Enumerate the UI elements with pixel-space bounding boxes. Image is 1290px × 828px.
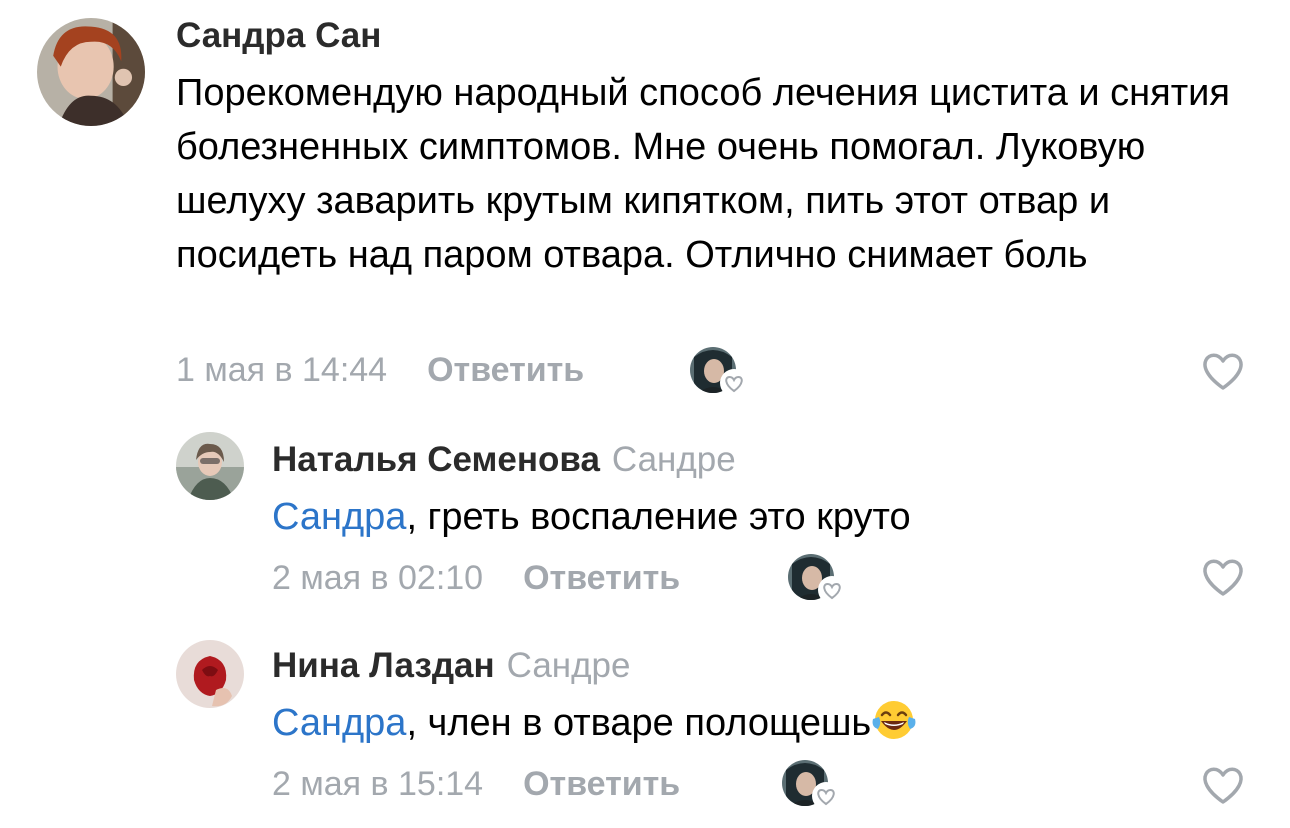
avatar[interactable] — [37, 18, 145, 126]
reply-to-label[interactable]: Сандре — [612, 440, 736, 479]
mini-heart-icon — [720, 369, 748, 397]
reply-button[interactable]: Ответить — [523, 559, 680, 597]
comment-2: Наталья Семенова Сандре Сандра, греть вос… — [0, 410, 1290, 610]
avatar-photo-natalya — [176, 432, 244, 500]
comment-text: Сандра, член в отваре полощешь — [272, 696, 1262, 750]
laughing-with-tears-emoji — [872, 701, 916, 739]
like-heart-icon[interactable] — [1200, 764, 1246, 806]
liker-avatar[interactable] — [690, 347, 748, 397]
like-heart-icon[interactable] — [1200, 350, 1246, 392]
avatar-photo-sandra — [37, 18, 145, 126]
reply-button[interactable]: Ответить — [523, 765, 680, 803]
comment-author[interactable]: Нина Лаздан Сандре — [272, 646, 631, 686]
mini-heart-icon — [818, 576, 846, 604]
comment-text: Сандра, греть воспаление это круто — [272, 496, 911, 538]
liker-avatar[interactable] — [788, 554, 846, 604]
avatar[interactable] — [176, 432, 244, 500]
comment-author[interactable]: Сандра Сан — [176, 16, 381, 56]
comment-meta: 2 мая в 02:10 Ответить — [272, 558, 680, 598]
comment-date: 2 мая в 02:10 — [272, 559, 484, 597]
like-heart-icon[interactable] — [1200, 556, 1246, 598]
comment-text: Порекомендую народный способ лечения цис… — [176, 72, 1230, 276]
comment-meta: 1 мая в 14:44 Ответить — [176, 350, 584, 390]
mention-link[interactable]: Сандра — [272, 496, 406, 538]
avatar-photo-nina — [176, 640, 244, 708]
comment-date: 2 мая в 15:14 — [272, 765, 484, 803]
reply-to-label[interactable]: Сандре — [507, 646, 631, 685]
comment-meta: 2 мая в 15:14 Ответить — [272, 764, 680, 804]
liker-avatar[interactable] — [782, 760, 840, 810]
reply-button[interactable]: Ответить — [427, 351, 584, 389]
comment-date: 1 мая в 14:44 — [176, 351, 388, 389]
comment-1: Сандра Сан Порекомендую народный способ … — [0, 0, 1290, 410]
comment-3: Нина Лаздан Сандре Сандра, член в отваре … — [0, 610, 1290, 828]
mini-heart-icon — [812, 782, 840, 810]
comment-author[interactable]: Наталья Семенова Сандре — [272, 440, 736, 480]
mention-link[interactable]: Сандра — [272, 702, 406, 744]
avatar[interactable] — [176, 640, 244, 708]
